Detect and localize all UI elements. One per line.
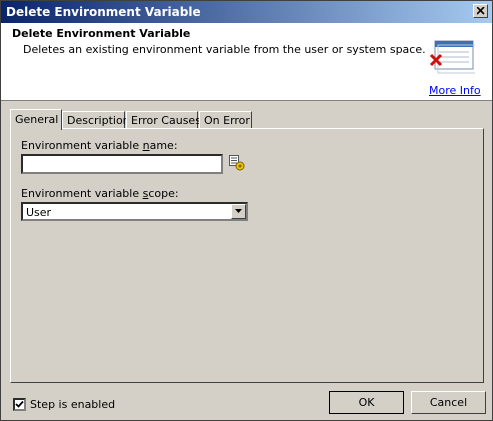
variable-scope-label: Environment variable scope: — [21, 187, 179, 200]
tab-on-error[interactable]: On Error — [199, 111, 252, 129]
scope-dropdown-button[interactable] — [231, 204, 246, 219]
tab-description[interactable]: Description — [62, 111, 130, 129]
variable-scope-value: User — [26, 206, 52, 219]
variable-picker-icon — [229, 155, 245, 171]
step-enabled-checkbox[interactable] — [13, 398, 26, 411]
variable-scope-select[interactable]: User — [21, 202, 248, 221]
variable-name-input[interactable] — [21, 154, 223, 174]
chevron-down-icon — [235, 209, 242, 213]
variable-picker-button[interactable] — [229, 155, 245, 174]
delete-variable-icon — [429, 39, 477, 82]
checkmark-icon — [15, 400, 24, 408]
step-enabled-label[interactable]: Step is enabled — [30, 398, 115, 411]
title-bar[interactable]: Delete Environment Variable — [1, 1, 492, 23]
header-panel: Delete Environment Variable Deletes an e… — [1, 23, 492, 101]
header-title: Delete Environment Variable — [12, 27, 191, 40]
ok-button[interactable]: OK — [329, 391, 404, 414]
close-button[interactable] — [473, 4, 488, 18]
window-title: Delete Environment Variable — [6, 5, 201, 19]
variable-name-label: Environment variable name: — [21, 139, 178, 152]
header-description: Deletes an existing environment variable… — [23, 43, 426, 56]
dialog-window: Delete Environment Variable Delete Envir… — [0, 0, 493, 421]
more-info-link[interactable]: More Info — [429, 84, 481, 97]
tab-error-causes[interactable]: Error Causes — [126, 111, 201, 129]
tab-general[interactable]: General — [10, 109, 62, 130]
close-icon — [477, 7, 485, 15]
cancel-button[interactable]: Cancel — [411, 391, 486, 414]
